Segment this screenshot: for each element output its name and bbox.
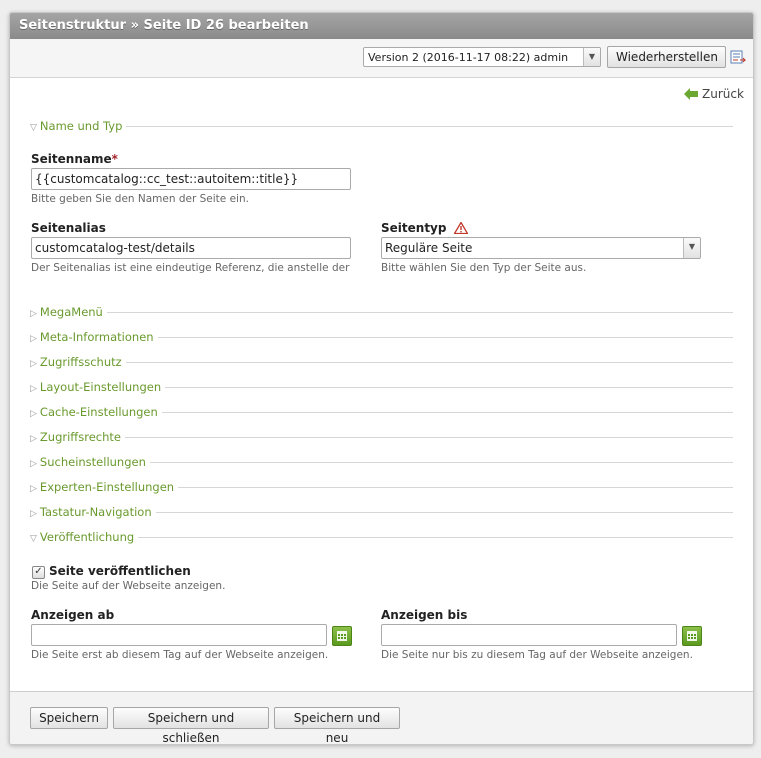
triangle-right-icon: ▷	[30, 359, 37, 369]
publish-checkbox[interactable]: ✓	[32, 566, 45, 579]
show-until-help: Die Seite nur bis zu diesem Tag auf der …	[381, 649, 693, 661]
triangle-right-icon: ▷	[30, 334, 37, 344]
version-select-value: Version 2 (2016-11-17 08:22) admin	[368, 51, 569, 64]
show-until-input[interactable]	[381, 624, 677, 646]
page-type-label: Seitentyp	[381, 221, 468, 235]
calendar-icon[interactable]	[682, 626, 702, 646]
version-bar: Version 2 (2016-11-17 08:22) admin ▼ Wie…	[10, 39, 753, 78]
triangle-right-icon: ▷	[30, 484, 37, 494]
version-select[interactable]: Version 2 (2016-11-17 08:22) admin ▼	[363, 47, 601, 67]
legend-collapsed-section[interactable]: ▷ MegaMenü	[30, 305, 733, 319]
back-link[interactable]: Zurück	[684, 87, 744, 101]
warning-icon	[453, 222, 468, 234]
page-title: Seitenstruktur » Seite ID 26 bearbeiten	[10, 13, 753, 39]
page-name-label: Seitenname*	[31, 152, 118, 166]
legend-label: Veröffentlichung	[39, 530, 135, 544]
page-name-label-text: Seitenname	[31, 152, 112, 166]
page-type-help: Bitte wählen Sie den Typ der Seite aus.	[381, 262, 587, 274]
show-from-input[interactable]	[31, 624, 327, 646]
legend-label: Sucheinstellungen	[39, 455, 146, 469]
triangle-right-icon: ▷	[30, 509, 37, 519]
publish-help: Die Seite auf der Webseite anzeigen.	[31, 580, 226, 592]
legend-label: Tastatur-Navigation	[39, 505, 152, 519]
page-alias-help: Der Seitenalias ist eine eindeutige Refe…	[31, 262, 350, 274]
required-mark: *	[111, 152, 118, 166]
show-from-label: Anzeigen ab	[31, 608, 115, 622]
legend-divider	[30, 362, 733, 363]
legend-publish[interactable]: ▽ Veröffentlichung	[30, 530, 733, 544]
chevron-down-icon: ▼	[583, 48, 600, 66]
legend-label: Zugriffsrechte	[39, 430, 121, 444]
legend-label: Meta-Informationen	[39, 330, 154, 344]
page-type-select[interactable]: Reguläre Seite ▼	[381, 237, 701, 259]
legend-collapsed-section[interactable]: ▷ Meta-Informationen	[30, 330, 733, 344]
legend-label: Zugriffsschutz	[39, 355, 122, 369]
page-type-label-text: Seitentyp	[381, 221, 447, 235]
chevron-down-icon: ▼	[683, 238, 700, 258]
legend-label: Layout-Einstellungen	[39, 380, 162, 394]
triangle-right-icon: ▷	[30, 384, 37, 394]
page-alias-input[interactable]: customcatalog-test/details	[31, 237, 351, 259]
triangle-right-icon: ▷	[30, 459, 37, 469]
show-from-help: Die Seite erst ab diesem Tag auf der Web…	[31, 649, 329, 661]
legend-collapsed-section[interactable]: ▷ Experten-Einstellungen	[30, 480, 733, 494]
legend-collapsed-section[interactable]: ▷ Zugriffsschutz	[30, 355, 733, 369]
back-arrow-icon	[684, 88, 698, 100]
page-name-input[interactable]: {{customcatalog::cc_test::autoitem::titl…	[31, 168, 351, 190]
save-button[interactable]: Speichern	[30, 707, 108, 729]
back-label: Zurück	[702, 87, 744, 101]
diff-icon[interactable]	[730, 49, 746, 65]
save-new-button[interactable]: Speichern und neu	[274, 707, 400, 744]
calendar-glyph	[337, 631, 347, 641]
triangle-down-icon: ▽	[30, 534, 37, 544]
legend-label: Cache-Einstellungen	[39, 405, 158, 419]
legend-collapsed-section[interactable]: ▷ Tastatur-Navigation	[30, 505, 733, 519]
legend-divider	[30, 126, 733, 127]
legend-collapsed-section[interactable]: ▷ Layout-Einstellungen	[30, 380, 733, 394]
page-name-help: Bitte geben Sie den Namen der Seite ein.	[31, 193, 249, 205]
calendar-icon[interactable]	[332, 626, 352, 646]
form-footer: Speichern Speichern und schließen Speich…	[10, 691, 753, 744]
legend-collapsed-section[interactable]: ▷ Zugriffsrechte	[30, 430, 733, 444]
restore-button[interactable]: Wiederherstellen	[607, 46, 726, 68]
legend-label: Experten-Einstellungen	[39, 480, 175, 494]
page-alias-label: Seitenalias	[31, 221, 106, 235]
triangle-right-icon: ▷	[30, 409, 37, 419]
page-type-value: Reguläre Seite	[385, 241, 473, 255]
legend-collapsed-section[interactable]: ▷ Cache-Einstellungen	[30, 405, 733, 419]
legend-collapsed-section[interactable]: ▷ Sucheinstellungen	[30, 455, 733, 469]
show-until-label: Anzeigen bis	[381, 608, 468, 622]
triangle-right-icon: ▷	[30, 309, 37, 319]
edit-panel: Seitenstruktur » Seite ID 26 bearbeiten …	[9, 12, 754, 745]
triangle-down-icon: ▽	[30, 123, 37, 133]
save-close-button[interactable]: Speichern und schließen	[113, 707, 269, 744]
legend-divider	[30, 437, 733, 438]
legend-name-type[interactable]: ▽ Name und Typ	[30, 119, 733, 133]
legend-label: MegaMenü	[39, 305, 103, 319]
calendar-glyph	[687, 631, 697, 641]
publish-label[interactable]: Seite veröffentlichen	[49, 564, 191, 578]
legend-label: Name und Typ	[39, 119, 123, 133]
legend-divider	[30, 312, 733, 313]
triangle-right-icon: ▷	[30, 434, 37, 444]
